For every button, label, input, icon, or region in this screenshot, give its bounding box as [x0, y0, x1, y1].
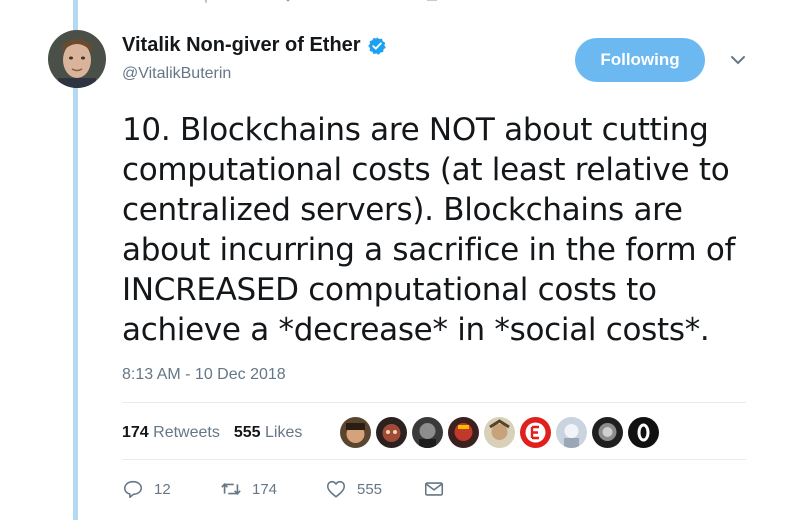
liker-avatar[interactable] — [412, 417, 443, 448]
message-icon — [424, 482, 444, 496]
retweets-stat[interactable]: 174 Retweets — [122, 424, 220, 442]
like-icon[interactable] — [281, 0, 295, 6]
liker-avatar[interactable] — [556, 417, 587, 448]
message-icon[interactable] — [425, 0, 439, 6]
liker-avatar[interactable] — [484, 417, 515, 448]
likes-count: 555 — [233, 424, 261, 441]
like-button[interactable]: 555 — [325, 478, 423, 500]
liker-avatars — [340, 417, 659, 448]
liker-avatar[interactable] — [376, 417, 407, 448]
previous-tweet-actions — [0, 0, 800, 8]
retweets-count: 174 — [122, 424, 149, 441]
user-handle[interactable]: @VitalikButerin — [122, 65, 231, 83]
tweet-text: 10. Blockchains are NOT about cutting co… — [122, 112, 736, 348]
divider — [122, 459, 746, 460]
message-button[interactable] — [423, 478, 445, 500]
following-button[interactable]: Following — [575, 38, 705, 82]
tweet-stats: 174 Retweets 555 Likes — [122, 424, 302, 442]
tweet-timestamp[interactable]: 8:13 AM - 10 Dec 2018 — [122, 366, 286, 384]
divider — [122, 402, 746, 403]
tweet-actions: 12 174 555 — [122, 478, 445, 500]
verified-badge-icon — [367, 36, 386, 55]
liker-avatar[interactable] — [520, 417, 551, 448]
reply-icon — [123, 480, 143, 499]
reply-count: 12 — [154, 480, 171, 498]
retweets-label: Retweets — [153, 424, 220, 441]
liker-avatar[interactable] — [628, 417, 659, 448]
like-icon — [326, 480, 346, 498]
retweet-button[interactable]: 174 — [220, 478, 325, 500]
like-count: 555 — [357, 480, 383, 498]
liker-avatar[interactable] — [592, 417, 623, 448]
avatar[interactable] — [48, 30, 106, 88]
retweet-icon — [221, 483, 241, 495]
likes-label: Likes — [265, 424, 303, 441]
retweet-icon[interactable] — [203, 0, 217, 6]
display-name[interactable]: Vitalik Non-giver of Ether — [122, 34, 361, 57]
author-name-row[interactable]: Vitalik Non-giver of Ether — [122, 34, 387, 57]
reply-button[interactable]: 12 — [122, 478, 220, 500]
chevron-down-icon[interactable] — [729, 53, 747, 67]
likes-stat[interactable]: 555 Likes — [234, 424, 303, 442]
liker-avatar[interactable] — [340, 417, 371, 448]
liker-avatar[interactable] — [448, 417, 479, 448]
retweet-count: 174 — [252, 480, 278, 498]
